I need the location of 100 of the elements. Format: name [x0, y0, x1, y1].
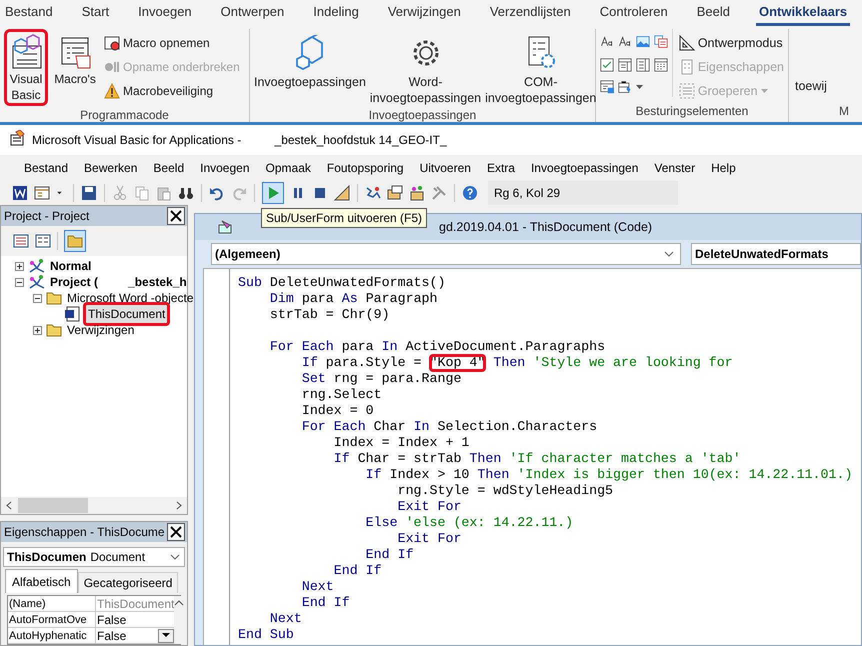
- code-text: rng.Style = wdStyleHeading5: [396, 483, 614, 499]
- horizontal-scrollbar[interactable]: [1, 497, 187, 514]
- property-value[interactable]: False: [96, 628, 174, 643]
- window-title: gd.2019.04.01 - ThisDocument (Code): [439, 218, 652, 236]
- calendar-icon: [654, 56, 668, 74]
- view-code-icon: [13, 234, 29, 248]
- procedure-dropdown[interactable]: DeleteUnwatedFormats: [691, 243, 861, 265]
- group-icon: [678, 83, 695, 99]
- ribbon-button[interactable]: Macro's: [52, 29, 98, 106]
- ribbon-button[interactable]: Invoegtoepassingen: [254, 29, 366, 106]
- properties-tab[interactable]: Alfabetisch: [5, 569, 78, 593]
- ribbon-button[interactable]: COM- invoegtoepassingen: [485, 29, 596, 106]
- code-keyword: Exit For: [396, 499, 462, 515]
- code-text: Index = 0: [300, 403, 374, 419]
- expander-icon[interactable]: [33, 294, 42, 302]
- folder-toggle-button[interactable]: [64, 230, 86, 252]
- code-keyword: Dim: [268, 291, 294, 307]
- caret-icon: [162, 633, 170, 638]
- code-text: Char = strTab: [356, 451, 462, 467]
- code-text: DeleteUnwatedFormats(): [268, 275, 446, 291]
- group-label: Besturingselementen: [634, 103, 750, 120]
- code-keyword: For Each: [268, 339, 334, 355]
- code-keyword: For Each: [300, 419, 366, 435]
- ribbon-tab[interactable]: Controleren: [596, 0, 671, 26]
- menu-item[interactable]: Extra: [486, 158, 515, 176]
- tree-item[interactable]: Normal: [48, 257, 94, 275]
- properties-icon: [678, 59, 695, 75]
- code-keyword: If: [300, 355, 318, 371]
- expander-icon[interactable]: [15, 278, 24, 286]
- code-comment: 'Style we are looking for: [532, 355, 733, 371]
- code-text: Selection.Characters: [436, 419, 598, 435]
- code-text: para: [340, 339, 375, 355]
- window-title: Microsoft Visual Basic for Applications - _bestek_hoofdstuk 14_GEO-IT_: [32, 132, 447, 149]
- code-keyword: Exit For: [396, 531, 462, 547]
- code-keyword: End Sub: [238, 627, 294, 643]
- code-comment: 'else (ex: 14.22.11.): [404, 515, 574, 531]
- properties-tab[interactable]: Gecategoriseerd: [78, 572, 178, 593]
- menu-item[interactable]: Bestand: [24, 158, 68, 176]
- close-button[interactable]: [167, 523, 185, 541]
- ribbon-tab[interactable]: Start: [78, 0, 112, 26]
- code-keyword: Next: [268, 611, 302, 627]
- pane-title: Project - Project: [4, 208, 90, 225]
- ribbon-tab[interactable]: Ontwerpen: [218, 0, 288, 26]
- hexagon-icon: [294, 35, 326, 71]
- ribbon-button[interactable]: Word- invoegtoepassingen: [370, 29, 482, 106]
- menu-item[interactable]: Venster: [654, 158, 696, 176]
- menu-item[interactable]: Beeld: [153, 158, 184, 176]
- code-comment: 'Index is bigger then 10(ex: 14.22.11.01.): [516, 467, 852, 483]
- code-keyword: Next: [300, 579, 334, 595]
- property-value[interactable]: ThisDocument: [96, 596, 174, 611]
- code-keyword: End If: [300, 595, 350, 611]
- expander-icon[interactable]: [33, 326, 42, 334]
- ribbon-tab[interactable]: Bestand: [2, 0, 56, 26]
- tree-item[interactable]: Project ( _bestek_h: [48, 273, 189, 291]
- code-keyword: End If: [364, 547, 414, 563]
- ribbon-button: Groeperen: [678, 81, 784, 101]
- code-keyword: Then: [469, 451, 502, 467]
- project-icon: [28, 274, 46, 290]
- tooltip: Sub/UserForm uitvoeren (F5): [261, 208, 428, 228]
- code-text: Index = Index + 1: [332, 435, 470, 451]
- menu-item[interactable]: Invoegtoepassingen: [530, 158, 638, 176]
- ribbon-button[interactable]: toewij: [795, 77, 827, 96]
- code-keyword: Then: [492, 355, 526, 371]
- module-icon: [217, 219, 233, 235]
- scroll-up-icon[interactable]: [174, 600, 184, 606]
- menu-item[interactable]: Opmaak: [266, 158, 311, 176]
- object-dropdown[interactable]: ThisDocumen Document: [3, 547, 185, 567]
- ribbon-tab[interactable]: Indeling: [310, 0, 362, 26]
- code-comment: 'If character matches a 'tab': [508, 451, 741, 467]
- ribbon-tab[interactable]: Verzendlijsten: [486, 0, 574, 26]
- vertical-scrollbar[interactable]: [174, 596, 184, 644]
- close-button[interactable]: [167, 207, 185, 225]
- property-value[interactable]: False: [96, 612, 174, 627]
- ribbon-tab[interactable]: Ontwikkelaars: [756, 0, 850, 26]
- dropdown-button[interactable]: [158, 628, 174, 642]
- record-icon: [104, 35, 120, 51]
- menu-item[interactable]: Bewerken: [84, 158, 138, 176]
- ribbon-tab[interactable]: Beeld: [694, 0, 733, 26]
- ribbon-button[interactable]: Macro opnemen: [104, 33, 240, 53]
- menu-item[interactable]: Help: [711, 158, 736, 176]
- menu-item[interactable]: Uitvoeren: [420, 158, 471, 176]
- object-dropdown[interactable]: (Algemeen): [211, 243, 681, 265]
- ribbon-tab[interactable]: Verwijzingen: [384, 0, 464, 26]
- ribbon-button[interactable]: Ontwerpmodus: [678, 33, 784, 53]
- menu-item[interactable]: Foutopsporing: [326, 158, 404, 176]
- code-text: para: [300, 291, 335, 307]
- project-icon: [28, 258, 46, 274]
- code-keyword: If: [332, 451, 350, 467]
- tree-item[interactable]: ThisDocument: [83, 302, 170, 326]
- code-keyword: Else: [364, 515, 398, 531]
- code-keyword: Sub: [238, 275, 262, 291]
- code-text: strTab = Chr(9): [268, 307, 390, 323]
- ribbon-button[interactable]: Visual Basic: [4, 29, 48, 106]
- ribbon-button[interactable]: Macrobeveiliging: [104, 81, 240, 101]
- pause-icon: [104, 59, 120, 75]
- expander-icon[interactable]: [15, 262, 24, 270]
- run-icon[interactable]: [262, 182, 284, 204]
- folder-icon: [46, 291, 62, 305]
- ribbon-tab[interactable]: Invoegen: [135, 0, 195, 26]
- menu-item[interactable]: Invoegen: [200, 158, 250, 176]
